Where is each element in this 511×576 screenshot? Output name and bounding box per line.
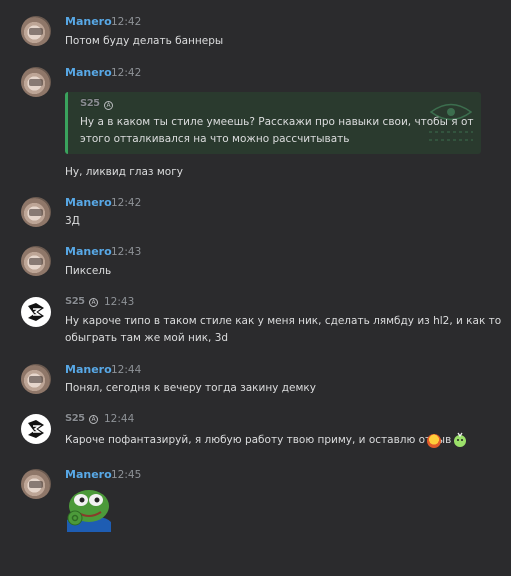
message-text: Потом буду делать баннеры (65, 35, 224, 47)
chat-log: Manero 12:42 Потом буду делать баннеры M… (0, 0, 511, 576)
timestamp: 12:45 (111, 469, 142, 481)
timestamp: 12:42 (111, 16, 142, 28)
timestamp: 12:43 (104, 296, 135, 308)
message-text: Кароче пофантазируй, я любую работу твою… (65, 434, 452, 446)
username-s25[interactable]: S25 (65, 413, 85, 424)
message-text-line-1: Ну кароче типо в таком стиле как у меня … (65, 315, 502, 327)
avatar-manero[interactable] (21, 197, 51, 227)
message-text: Ну, ликвид глаз могу (65, 166, 183, 178)
timestamp: 12:42 (111, 197, 142, 209)
pepe-ok-sticker-icon[interactable] (65, 486, 113, 532)
avatar-manero[interactable] (21, 364, 51, 394)
username-manero[interactable]: Manero (65, 196, 112, 209)
user-tag-icon: A (104, 101, 113, 110)
username-manero[interactable]: Manero (65, 363, 112, 376)
avatar-manero[interactable] (21, 67, 51, 97)
avatar-manero[interactable] (21, 246, 51, 276)
quote-author[interactable]: S25 (80, 98, 100, 109)
message-text: Понял, сегодня к вечеру тогда закину дем… (65, 382, 316, 394)
user-tag-icon: A (89, 298, 98, 307)
cute-emoji-icon[interactable] (452, 431, 468, 448)
username-s25[interactable]: S25 (65, 296, 85, 307)
quote-text-line-2: этого отталкивался на что можно рассчиты… (80, 133, 350, 145)
avatar-manero[interactable] (21, 469, 51, 499)
s25-logo-icon (28, 303, 44, 321)
timestamp: 12:44 (104, 413, 135, 425)
message-text: 3Д (65, 215, 80, 227)
avatar-manero[interactable] (21, 16, 51, 46)
quote-text-line-1: Ну а в каком ты стиле умеешь? Расскажи п… (80, 116, 474, 128)
username-manero[interactable]: Manero (65, 245, 112, 258)
username-manero[interactable]: Manero (65, 468, 112, 481)
message-text: Пиксель (65, 265, 112, 277)
timestamp: 12:43 (111, 246, 142, 258)
timestamp: 12:42 (111, 67, 142, 79)
username-manero[interactable]: Manero (65, 15, 112, 28)
avatar-s25[interactable] (21, 297, 51, 327)
timestamp: 12:44 (111, 364, 142, 376)
user-tag-icon: A (89, 415, 98, 424)
s25-logo-icon (28, 420, 44, 438)
avatar-s25[interactable] (21, 414, 51, 444)
message-text-line-2: обыграть там же мой ник, 3d (65, 332, 229, 344)
fire-face-emoji-icon[interactable] (427, 434, 441, 448)
username-manero[interactable]: Manero (65, 66, 112, 79)
